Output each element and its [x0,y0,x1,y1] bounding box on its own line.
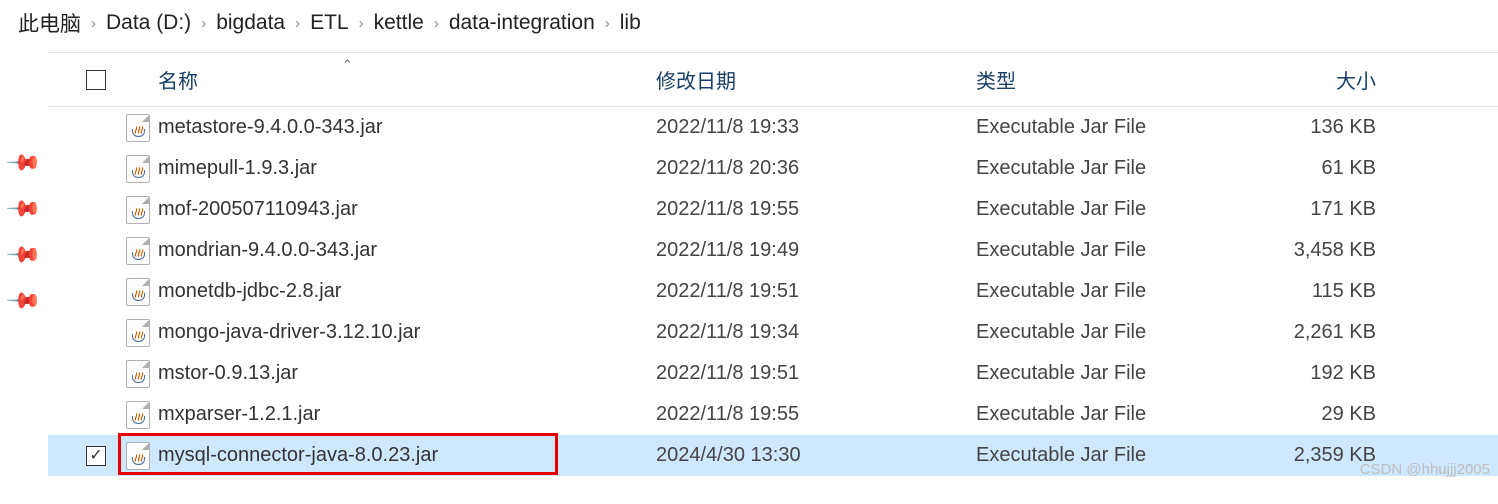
file-list-panel: ⌃ 名称 修改日期 类型 大小 metastore-9.4.0.0-343.ja… [48,52,1498,476]
column-header-size[interactable]: 大小 [1236,65,1406,94]
column-header-type[interactable]: 类型 [976,65,1236,94]
file-name[interactable]: mysql-connector-java-8.0.23.jar [156,444,656,467]
chevron-right-icon: › [359,15,364,32]
file-name[interactable]: mondrian-9.4.0.0-343.jar [156,239,656,262]
file-size: 115 KB [1236,280,1406,303]
file-name[interactable]: monetdb-jdbc-2.8.jar [156,280,656,303]
jar-file-icon [126,155,150,183]
sort-indicator-icon: ⌃ [342,57,353,73]
file-row[interactable]: mxparser-1.2.1.jar2022/11/8 19:55Executa… [48,394,1498,435]
file-row[interactable]: mongo-java-driver-3.12.10.jar2022/11/8 1… [48,312,1498,353]
jar-file-icon [126,278,150,306]
file-row[interactable]: metastore-9.4.0.0-343.jar2022/11/8 19:33… [48,107,1498,148]
file-type: Executable Jar File [976,403,1236,426]
breadcrumb-item[interactable]: lib [620,11,641,35]
file-name[interactable]: mof-200507110943.jar [156,198,656,221]
file-type: Executable Jar File [976,321,1236,344]
file-date: 2022/11/8 19:33 [656,116,976,139]
file-type: Executable Jar File [976,116,1236,139]
file-date: 2022/11/8 20:36 [656,157,976,180]
file-type: Executable Jar File [976,198,1236,221]
file-date: 2022/11/8 19:55 [656,403,976,426]
file-type: Executable Jar File [976,157,1236,180]
jar-file-icon [126,196,150,224]
pin-icon: 📌 [0,275,50,327]
file-name[interactable]: metastore-9.4.0.0-343.jar [156,116,656,139]
breadcrumb-item[interactable]: data-integration [449,11,595,35]
file-row[interactable]: ✓ mysql-connector-java-8.0.23.jar2024/4/3… [48,435,1498,476]
chevron-right-icon: › [605,15,610,32]
jar-file-icon [126,319,150,347]
row-checkbox[interactable]: ✓ [86,446,106,466]
file-row[interactable]: mof-200507110943.jar2022/11/8 19:55Execu… [48,189,1498,230]
file-type: Executable Jar File [976,280,1236,303]
file-name[interactable]: mstor-0.9.13.jar [156,362,656,385]
file-date: 2022/11/8 19:51 [656,280,976,303]
file-date: 2024/4/30 13:30 [656,444,976,467]
file-name[interactable]: mimepull-1.9.3.jar [156,157,656,180]
chevron-right-icon: › [201,15,206,32]
file-size: 61 KB [1236,157,1406,180]
column-header-name[interactable]: 名称 [156,65,656,94]
jar-file-icon [126,401,150,429]
file-size: 2,261 KB [1236,321,1406,344]
file-row[interactable]: mondrian-9.4.0.0-343.jar2022/11/8 19:49E… [48,230,1498,271]
breadcrumb-item[interactable]: Data (D:) [106,11,191,35]
file-size: 3,458 KB [1236,239,1406,262]
pin-icon: 📌 [0,183,50,235]
chevron-right-icon: › [434,15,439,32]
jar-file-icon [126,442,150,470]
file-type: Executable Jar File [976,239,1236,262]
file-row[interactable]: monetdb-jdbc-2.8.jar2022/11/8 19:51Execu… [48,271,1498,312]
column-header-date[interactable]: 修改日期 [656,65,976,94]
file-row[interactable]: mstor-0.9.13.jar2022/11/8 19:51Executabl… [48,353,1498,394]
file-date: 2022/11/8 19:51 [656,362,976,385]
breadcrumb-item[interactable]: ETL [310,11,349,35]
chevron-right-icon: › [295,15,300,32]
file-date: 2022/11/8 19:49 [656,239,976,262]
file-size: 2,359 KB [1236,444,1406,467]
breadcrumb-item[interactable]: 此电脑 [18,8,81,38]
jar-file-icon [126,360,150,388]
file-size: 192 KB [1236,362,1406,385]
jar-file-icon [126,237,150,265]
jar-file-icon [126,114,150,142]
file-date: 2022/11/8 19:55 [656,198,976,221]
quick-access-gutter: 📌 📌 📌 📌 [0,52,48,476]
file-name[interactable]: mongo-java-driver-3.12.10.jar [156,321,656,344]
file-size: 136 KB [1236,116,1406,139]
chevron-right-icon: › [91,15,96,32]
select-all-checkbox[interactable] [86,70,106,90]
file-type: Executable Jar File [976,444,1236,467]
file-size: 29 KB [1236,403,1406,426]
breadcrumb-item[interactable]: kettle [374,11,424,35]
file-size: 171 KB [1236,198,1406,221]
breadcrumb[interactable]: 此电脑 › Data (D:) › bigdata › ETL › kettle › data-in… [0,0,1498,52]
pin-icon: 📌 [0,229,50,281]
file-type: Executable Jar File [976,362,1236,385]
breadcrumb-item[interactable]: bigdata [216,11,285,35]
pin-icon: 📌 [0,137,50,189]
file-name[interactable]: mxparser-1.2.1.jar [156,403,656,426]
file-date: 2022/11/8 19:34 [656,321,976,344]
file-row[interactable]: mimepull-1.9.3.jar2022/11/8 20:36Executa… [48,148,1498,189]
column-header-row: ⌃ 名称 修改日期 类型 大小 [48,52,1498,107]
